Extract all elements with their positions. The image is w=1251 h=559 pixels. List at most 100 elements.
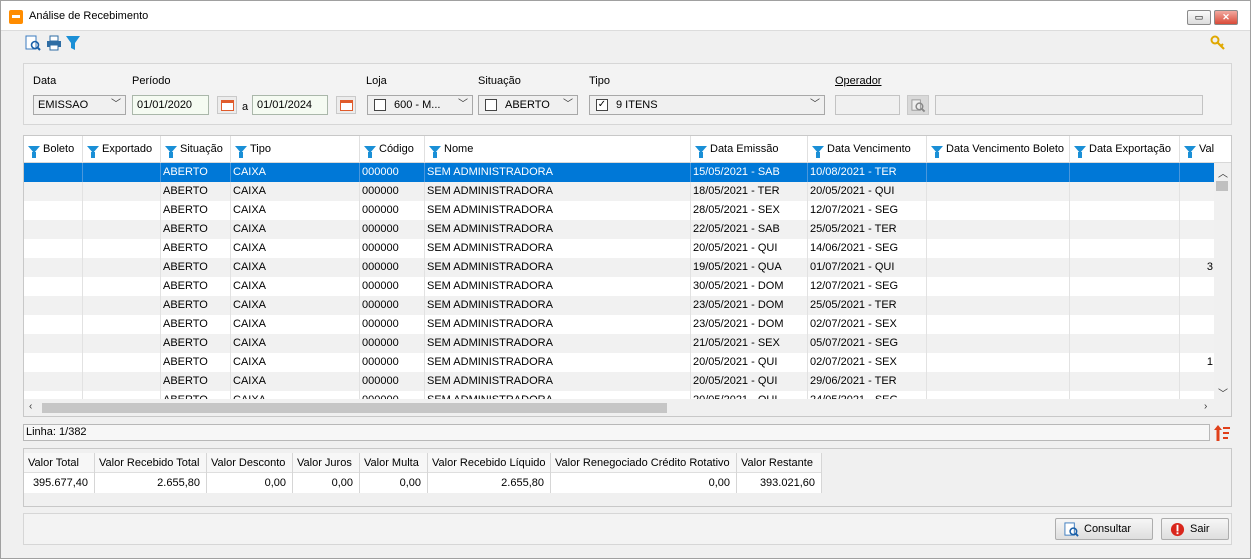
cell-situacao: ABERTO xyxy=(161,220,231,239)
column-header-boleto[interactable]: Boleto xyxy=(24,136,83,163)
filter-icon[interactable] xyxy=(1074,146,1086,158)
column-header-codigo[interactable]: Código xyxy=(360,136,425,163)
table-row[interactable]: ABERTOCAIXA000000SEM ADMINISTRADORA20/05… xyxy=(24,372,1216,391)
periodo-end-calendar-button[interactable] xyxy=(336,96,356,114)
cell-data-emissao: 23/05/2021 - DOM xyxy=(691,315,808,334)
total-label: Valor Renegociado Crédito Rotativo xyxy=(551,453,736,473)
operador-name-field[interactable] xyxy=(935,95,1203,115)
situacao-checkbox[interactable] xyxy=(485,99,497,111)
table-row[interactable]: ABERTO CAIXA 000000 SEM ADMINISTRADORA 23/05… xyxy=(24,315,1216,334)
periodo-end-field[interactable]: 01/01/2024 xyxy=(252,95,328,115)
column-header-data-emissao[interactable]: Data Emissão xyxy=(691,136,808,163)
cell-codigo: 000000 xyxy=(360,277,425,296)
column-header-data-vencimento-boleto[interactable]: Data Vencimento Boleto xyxy=(927,136,1070,163)
cell-nome: SEM ADMINISTRADORA xyxy=(425,334,691,353)
calendar-icon xyxy=(221,100,234,111)
filter-icon[interactable] xyxy=(65,35,81,51)
sort-order-icon[interactable] xyxy=(1214,424,1230,442)
scroll-left-icon[interactable]: ‹ xyxy=(29,401,32,412)
scroll-right-icon[interactable]: › xyxy=(1204,401,1207,412)
column-header-valor[interactable]: Val xyxy=(1180,136,1231,163)
restore-window-button[interactable]: ▭ xyxy=(1187,10,1211,25)
column-header-nome[interactable]: Nome xyxy=(425,136,691,163)
column-header-tipo[interactable]: Tipo xyxy=(231,136,360,163)
consultar-button[interactable]: Consultar xyxy=(1055,518,1153,540)
column-header-label: Código xyxy=(379,143,414,155)
results-grid: Boleto Exportado Situação Tipo Código No… xyxy=(23,135,1232,417)
print-icon[interactable] xyxy=(46,35,62,51)
table-row[interactable]: ABERTO CAIXA 000000 SEM ADMINISTRADORA 30/05… xyxy=(24,277,1216,296)
table-row[interactable]: ABERTO CAIXA 000000 SEM ADMINISTRADORA 22/05… xyxy=(24,220,1216,239)
cell-data-vencimento-boleto xyxy=(927,182,1070,201)
operador-code-field[interactable] xyxy=(835,95,900,115)
cell-exportado xyxy=(83,372,161,391)
tipo-checkbox-checked[interactable]: ✓ xyxy=(596,99,608,111)
cell-data-exportacao xyxy=(1070,277,1180,296)
key-icon[interactable] xyxy=(1210,35,1226,51)
table-row[interactable]: ABERTO CAIXA 000000 SEM ADMINISTRADORA 23/05… xyxy=(24,296,1216,315)
cell-data-emissao: 21/05/2021 - SEX xyxy=(691,334,808,353)
filter-icon[interactable] xyxy=(235,146,247,158)
periodo-start-calendar-button[interactable] xyxy=(217,96,237,114)
sair-button[interactable]: Sair xyxy=(1161,518,1229,540)
filter-icon[interactable] xyxy=(812,146,824,158)
cell-nome: SEM ADMINISTRADORA xyxy=(425,201,691,220)
cell-exportado xyxy=(83,201,161,220)
vertical-scroll-thumb[interactable] xyxy=(1216,181,1228,191)
filter-icon[interactable] xyxy=(87,146,99,158)
cell-situacao: ABERTO xyxy=(161,277,231,296)
column-header-data-vencimento[interactable]: Data Vencimento xyxy=(808,136,927,163)
column-header-label: Data Emissão xyxy=(710,143,779,155)
preview-search-icon[interactable] xyxy=(25,35,41,51)
total-label: Valor Restante xyxy=(737,453,821,473)
tipo-select[interactable]: ✓ 9 ITENS ﹀ xyxy=(589,95,825,115)
cell-data-exportacao xyxy=(1070,296,1180,315)
cell-codigo: 000000 xyxy=(360,163,425,182)
cell-data-emissao: 19/05/2021 - QUA xyxy=(691,258,808,277)
cell-codigo: 000000 xyxy=(360,258,425,277)
cell-valor xyxy=(1180,239,1216,258)
column-header-exportado[interactable]: Exportado xyxy=(83,136,161,163)
table-row[interactable]: ABERTO CAIXA 000000 SEM ADMINISTRADORA 19/05… xyxy=(24,258,1216,277)
filter-icon[interactable] xyxy=(695,146,707,158)
periodo-start-field[interactable]: 01/01/2020 xyxy=(132,95,209,115)
horizontal-scrollbar[interactable]: ‹ › xyxy=(24,399,1231,416)
operador-search-button[interactable] xyxy=(907,95,929,115)
table-row[interactable]: ABERTO CAIXA 000000 SEM ADMINISTRADORA 15/05… xyxy=(24,163,1216,182)
filter-icon[interactable] xyxy=(28,146,40,158)
filter-icon[interactable] xyxy=(429,146,441,158)
cell-boleto xyxy=(24,163,83,182)
scroll-down-icon[interactable]: ﹀ xyxy=(1218,385,1228,400)
cell-boleto xyxy=(24,182,83,201)
chevron-down-icon: ﹀ xyxy=(563,99,573,110)
filter-icon[interactable] xyxy=(931,146,943,158)
cell-data-exportacao xyxy=(1070,258,1180,277)
totals-panel: Valor Total 395.677,40 Valor Recebido Tota… xyxy=(23,448,1232,507)
situacao-select[interactable]: ABERTO ﹀ xyxy=(478,95,578,115)
cell-data-vencimento: 29/06/2021 - TER xyxy=(808,372,927,391)
filter-icon[interactable] xyxy=(1184,146,1196,158)
close-window-button[interactable]: ✕ xyxy=(1214,10,1238,25)
cell-situacao: ABERTO xyxy=(161,258,231,277)
vertical-scrollbar[interactable]: ︿ ﹀ xyxy=(1214,163,1231,403)
data-select[interactable]: EMISSAO ﹀ xyxy=(33,95,126,115)
cell-data-emissao: 20/05/2021 - QUI xyxy=(691,353,808,372)
horizontal-scroll-thumb[interactable] xyxy=(42,403,667,413)
loja-select[interactable]: 600 - M... ﹀ xyxy=(367,95,473,115)
loja-label: Loja xyxy=(366,75,387,87)
table-row[interactable]: ABERTOCAIXA000000SEM ADMINISTRADORA20/05… xyxy=(24,239,1216,258)
situacao-select-value: ABERTO xyxy=(505,99,550,111)
column-header-situacao[interactable]: Situação xyxy=(161,136,231,163)
scroll-up-icon[interactable]: ︿ xyxy=(1218,165,1228,180)
cell-data-vencimento: 12/07/2021 - SEG xyxy=(808,201,927,220)
table-row[interactable]: ABERTO CAIXA 000000 SEM ADMINISTRADORA 21/05… xyxy=(24,334,1216,353)
table-row[interactable]: ABERTO CAIXA 000000 SEM ADMINISTRADORA 28/05… xyxy=(24,201,1216,220)
filter-icon[interactable] xyxy=(165,146,177,158)
column-header-data-exportacao[interactable]: Data Exportação xyxy=(1070,136,1180,163)
table-row[interactable]: ABERTOCAIXA000000SEM ADMINISTRADORA20/05… xyxy=(24,353,1216,372)
filter-icon[interactable] xyxy=(364,146,376,158)
cell-data-vencimento: 05/07/2021 - SEG xyxy=(808,334,927,353)
table-row[interactable]: ABERTO CAIXA 000000 SEM ADMINISTRADORA 18/05… xyxy=(24,182,1216,201)
loja-checkbox[interactable] xyxy=(374,99,386,111)
total-value: 393.021,60 xyxy=(737,473,821,493)
